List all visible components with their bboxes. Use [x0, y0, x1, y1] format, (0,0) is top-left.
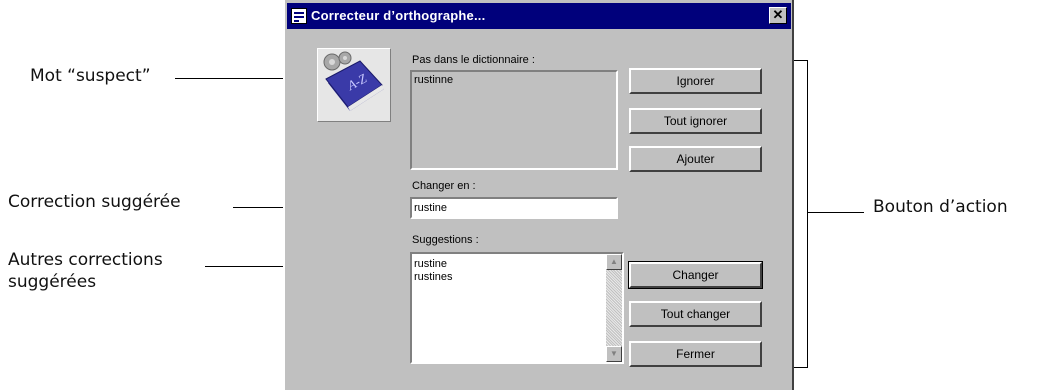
scroll-down-icon[interactable]: ▼ [606, 346, 622, 362]
app-icon [291, 8, 307, 24]
ignore-button[interactable]: Ignorer [629, 68, 762, 94]
list-item[interactable]: rustines [414, 271, 453, 284]
suggestions-scrollbar[interactable]: ▲ ▼ [606, 254, 622, 362]
not-in-dictionary-label: Pas dans le dictionnaire : [412, 54, 535, 66]
title-bar[interactable]: Correcteur d’orthographe... ✕ [287, 3, 791, 29]
suggestions-list[interactable]: rustine rustines ▲ ▼ [410, 252, 624, 364]
change-to-value: rustine [414, 202, 448, 214]
add-button[interactable]: Ajouter [629, 146, 762, 172]
annotation-other-corrections-line2: suggérées [8, 272, 97, 292]
change-to-label: Changer en : [412, 180, 476, 192]
close-button[interactable]: Fermer [629, 341, 762, 367]
annotation-other-corrections: Autres corrections suggérées [8, 249, 163, 293]
not-in-dictionary-box: rustinne [410, 70, 618, 170]
dialog-title: Correcteur d’orthographe... [311, 8, 486, 23]
bracket-middle [807, 212, 864, 213]
close-icon[interactable]: ✕ [769, 7, 787, 24]
scroll-up-icon[interactable]: ▲ [606, 254, 622, 270]
annotation-suggested-correction: Correction suggérée [8, 192, 181, 212]
dictionary-book-icon: A-Z [317, 48, 391, 122]
bracket-vertical [807, 60, 808, 368]
spellcheck-dialog: Correcteur d’orthographe... ✕ A-Z Pas da… [283, 0, 794, 390]
list-item[interactable]: rustine [414, 258, 447, 271]
change-button[interactable]: Changer [628, 261, 763, 289]
change-all-button[interactable]: Tout changer [629, 301, 762, 327]
annotation-suspect-word: Mot “suspect” [30, 66, 151, 86]
suggestions-label: Suggestions : [412, 234, 479, 246]
annotation-action-button: Bouton d’action [873, 197, 1008, 217]
ignore-all-button[interactable]: Tout ignorer [629, 108, 762, 134]
annotation-other-corrections-line1: Autres corrections [8, 250, 163, 270]
change-to-input[interactable]: rustine [410, 197, 618, 219]
suspect-word: rustinne [414, 74, 454, 86]
